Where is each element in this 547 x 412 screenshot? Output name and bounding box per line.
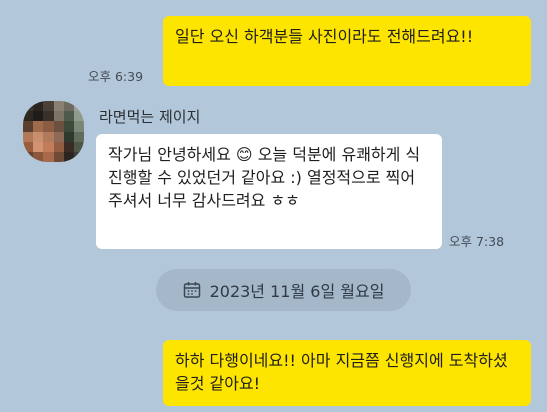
outgoing-message-bubble[interactable]: 일단 오신 하객분들 사진이라도 전해드려요!! bbox=[163, 16, 531, 86]
avatar[interactable] bbox=[23, 101, 84, 162]
message-text: 작가님 안녕하세요 😊 오늘 덕분에 유쾌하게 식 진행할 수 있었던거 같아요… bbox=[108, 145, 421, 210]
date-divider-label: 2023년 11월 6일 월요일 bbox=[209, 282, 385, 301]
incoming-message-bubble[interactable]: 작가님 안녕하세요 😊 오늘 덕분에 유쾌하게 식 진행할 수 있었던거 같아요… bbox=[96, 134, 442, 249]
calendar-icon bbox=[183, 281, 201, 299]
message-timestamp: 오후 6:39 bbox=[88, 69, 144, 84]
sender-name: 라면먹는 제이지 bbox=[99, 108, 201, 126]
message-text: 하하 다행이네요!! 아마 지금쯤 신행지에 도착하셨을것 같아요! bbox=[175, 351, 508, 393]
message-timestamp: 오후 7:38 bbox=[449, 234, 505, 249]
date-divider: 2023년 11월 6일 월요일 bbox=[156, 269, 411, 311]
outgoing-message-bubble[interactable]: 하하 다행이네요!! 아마 지금쯤 신행지에 도착하셨을것 같아요! bbox=[163, 340, 531, 406]
message-text: 일단 오신 하객분들 사진이라도 전해드려요!! bbox=[175, 27, 474, 46]
